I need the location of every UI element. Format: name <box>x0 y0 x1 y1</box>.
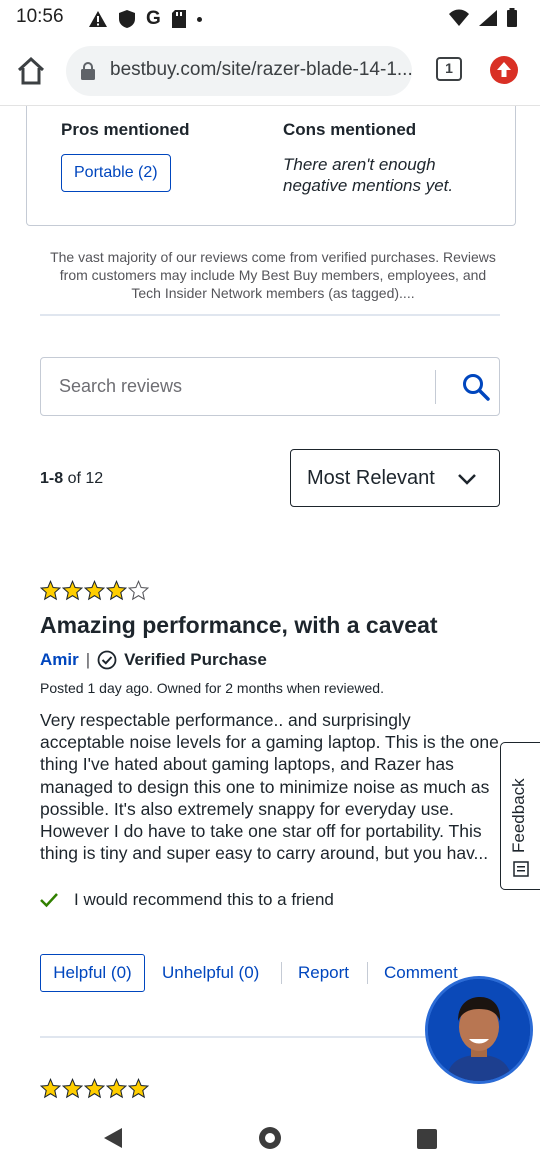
checkmark-icon <box>40 893 58 908</box>
warning-icon <box>89 11 107 27</box>
shield-icon <box>119 10 135 28</box>
storage-icon <box>171 10 186 28</box>
browser-update-button[interactable] <box>490 56 518 84</box>
feedback-tab[interactable]: Feedback <box>500 742 540 890</box>
system-nav-bar <box>0 1104 540 1170</box>
star-filled-icon <box>40 580 61 601</box>
home-icon[interactable] <box>14 54 48 88</box>
sort-select[interactable]: Most Relevant <box>290 449 500 507</box>
star-filled-icon <box>84 580 105 601</box>
review-body: Very respectable performance.. and surpr… <box>40 710 499 864</box>
review-rating-stars <box>40 580 149 601</box>
action-separator <box>281 962 282 984</box>
review-author[interactable]: Amir <box>40 650 79 670</box>
review-title: Amazing performance, with a caveat <box>40 612 438 638</box>
check-circle-icon <box>97 650 117 670</box>
comment-link[interactable]: Comment <box>384 963 458 983</box>
cons-title: Cons mentioned <box>283 120 417 139</box>
helpful-button[interactable]: Helpful (0) <box>40 954 145 992</box>
pro-tag-portable[interactable]: Portable (2) <box>61 154 171 192</box>
status-time: 10:56 <box>16 6 64 27</box>
next-review-rating-stars <box>40 1078 149 1099</box>
arrow-up-icon <box>497 62 511 77</box>
battery-icon <box>507 8 517 27</box>
status-bar: 10:56 G <box>0 0 540 36</box>
unhelpful-button[interactable]: Unhelpful (0) <box>162 963 259 983</box>
action-separator <box>367 962 368 984</box>
feedback-icon <box>513 861 529 877</box>
pros-cons-card: Pros mentioned Cons mentioned Portable (… <box>26 106 516 226</box>
star-filled-icon <box>62 580 83 601</box>
star-filled-icon <box>128 1078 149 1099</box>
notification-icons: G <box>88 8 202 30</box>
search-reviews-input[interactable] <box>59 376 429 397</box>
chevron-down-icon <box>458 474 476 485</box>
recommend-row: I would recommend this to a friend <box>40 890 334 910</box>
chat-assistant-avatar[interactable] <box>425 976 533 1084</box>
results-count: 1-8 of 12 <box>40 470 103 488</box>
browser-toolbar: bestbuy.com/site/razer-blade-14-1... 1 <box>0 36 540 106</box>
feedback-label: Feedback <box>509 778 528 853</box>
sort-selected-value: Most Relevant <box>307 467 435 489</box>
author-separator: | <box>85 650 91 669</box>
search-icon[interactable] <box>461 372 491 402</box>
results-total: of 12 <box>67 470 104 487</box>
url-text: bestbuy.com/site/razer-blade-14-1... <box>110 59 412 80</box>
signal-icon <box>479 10 497 26</box>
star-filled-icon <box>40 1078 61 1099</box>
address-bar[interactable]: bestbuy.com/site/razer-blade-14-1... <box>66 46 412 96</box>
reviews-disclaimer: The vast majority of our reviews come fr… <box>50 249 496 301</box>
back-icon[interactable] <box>101 1126 125 1150</box>
star-filled-icon <box>106 580 127 601</box>
search-reviews-box <box>40 357 500 416</box>
tab-switcher-button[interactable]: 1 <box>436 57 462 81</box>
wifi-icon <box>449 9 469 26</box>
search-separator <box>435 370 436 404</box>
verified-purchase-label: Verified Purchase <box>124 650 267 669</box>
recommend-text: I would recommend this to a friend <box>74 890 334 909</box>
pros-title: Pros mentioned <box>61 120 190 139</box>
home-nav-icon[interactable] <box>256 1124 284 1152</box>
divider <box>40 314 500 316</box>
cons-text: There aren't enough negative mentions ye… <box>283 155 454 195</box>
person-avatar-icon <box>428 979 530 1081</box>
star-empty-icon <box>128 580 149 601</box>
recents-icon[interactable] <box>416 1128 438 1150</box>
results-range: 1-8 <box>40 470 64 487</box>
system-icons <box>448 8 518 28</box>
review-author-row: Amir | Verified Purchase <box>40 650 267 670</box>
star-filled-icon <box>106 1078 127 1099</box>
report-link[interactable]: Report <box>298 963 349 983</box>
dot-icon <box>196 16 202 22</box>
star-filled-icon <box>84 1078 105 1099</box>
lock-icon <box>81 62 95 80</box>
star-filled-icon <box>62 1078 83 1099</box>
review-posted-info: Posted 1 day ago. Owned for 2 months whe… <box>40 680 384 696</box>
google-icon: G <box>146 8 161 29</box>
